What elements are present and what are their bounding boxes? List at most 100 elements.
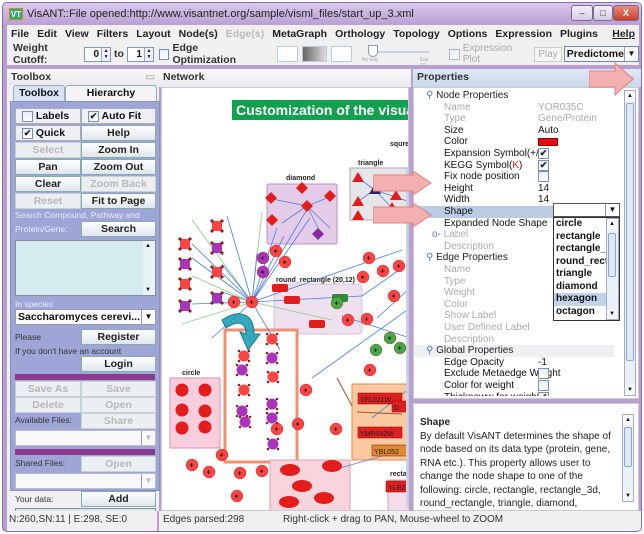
properties-scrollbar[interactable]: ▲ ▼: [624, 90, 636, 396]
scroll-down-icon[interactable]: ▼: [625, 385, 635, 395]
property-row[interactable]: Thickneww for weight✔: [414, 391, 614, 396]
scroll-thumb[interactable]: [624, 427, 632, 467]
shape-select[interactable]: ▼: [553, 203, 620, 217]
scroll-thumb[interactable]: [608, 233, 616, 277]
spinner-down-icon[interactable]: ▼: [145, 54, 153, 60]
shape-option-octagon[interactable]: octagon: [554, 306, 607, 319]
property-checkbox[interactable]: [538, 368, 549, 380]
shape-dropdown-list[interactable]: circlerectanglerectangle_3dround_rectang…: [553, 217, 620, 321]
chevron-down-icon[interactable]: ▼: [623, 47, 638, 61]
network-canvas[interactable]: Customization of the visual squre triangl…: [161, 87, 409, 511]
scroll-up-icon[interactable]: ▲: [623, 415, 633, 425]
zoom-in-button[interactable]: Zoom In: [81, 142, 156, 158]
menu-expression[interactable]: Expression: [495, 28, 552, 40]
weight-from-spinner[interactable]: 0 ▲ ▼: [84, 46, 112, 62]
clear-button[interactable]: Clear: [15, 176, 81, 192]
property-row[interactable]: Expansion Symbol(+/-) ✔: [414, 148, 614, 160]
scroll-up-icon[interactable]: ▲: [143, 241, 153, 251]
property-checkbox[interactable]: ✔: [538, 148, 549, 159]
menu-metagraph[interactable]: MetaGraph: [272, 28, 327, 40]
menu-help[interactable]: Help: [612, 28, 635, 40]
property-value[interactable]: ✔: [538, 159, 549, 172]
color-swatch[interactable]: [538, 138, 558, 147]
menu-view[interactable]: View: [65, 28, 89, 40]
edge-optimization-checkbox[interactable]: [158, 48, 170, 60]
description-scrollbar[interactable]: ▲ ▼: [622, 414, 634, 502]
shape-option-diamond[interactable]: diamond: [554, 281, 607, 294]
property-row[interactable]: Size Auto: [414, 125, 614, 137]
expand-toggle-icon[interactable]: ⚲: [426, 345, 433, 356]
property-row[interactable]: KEGG Symbol(K) ✔: [414, 159, 614, 172]
available-files-select[interactable]: ▼: [15, 430, 156, 446]
menu-nodes[interactable]: Node(s): [179, 28, 218, 40]
property-value[interactable]: Auto: [538, 125, 559, 137]
property-value[interactable]: [538, 368, 549, 380]
maximize-button[interactable]: □: [593, 5, 613, 21]
chevron-down-icon[interactable]: ▼: [141, 474, 155, 488]
property-value[interactable]: [538, 171, 549, 183]
property-checkbox[interactable]: ✔: [538, 159, 549, 171]
dropdown-scrollbar[interactable]: ▲ ▼: [606, 218, 619, 320]
weight-to-spinner[interactable]: 1 ▲ ▼: [126, 46, 154, 62]
shape-option-rectangle[interactable]: rectangle: [554, 231, 607, 244]
color-gradient-swatch[interactable]: [302, 46, 327, 62]
property-value[interactable]: -1: [538, 357, 547, 369]
menu-filters[interactable]: Filters: [97, 28, 129, 40]
property-row[interactable]: Color for weight: [414, 380, 614, 392]
quicktip-option[interactable]: ✔ Quick Tip: [15, 125, 81, 154]
property-row[interactable]: Height 14: [414, 183, 614, 195]
shape-option-hexagon[interactable]: hexagon: [554, 293, 607, 306]
scroll-thumb[interactable]: [626, 103, 634, 361]
color-max-swatch[interactable]: [330, 46, 352, 62]
property-row[interactable]: Type Gene/Protein: [414, 113, 614, 125]
weight-from-value[interactable]: 0: [85, 49, 101, 60]
property-value[interactable]: ✔: [538, 148, 549, 160]
menu-layout[interactable]: Layout: [136, 28, 170, 40]
predictome-select[interactable]: Predictome ▼: [563, 46, 639, 62]
shape-option-circle[interactable]: circle: [554, 218, 607, 231]
search-input[interactable]: ▲ ▼: [15, 240, 156, 296]
species-select[interactable]: Saccharomyces cerevi... ▼: [15, 309, 156, 325]
expand-toggle-icon[interactable]: ⚲: [426, 90, 433, 101]
scroll-down-icon[interactable]: ▼: [607, 309, 617, 319]
property-value[interactable]: ✔: [538, 391, 549, 396]
menu-topology[interactable]: Topology: [393, 28, 439, 40]
property-checkbox[interactable]: [538, 171, 549, 183]
section-global-properties[interactable]: ⚲ Global Properties: [414, 345, 614, 358]
weight-to-value[interactable]: 1: [128, 49, 144, 60]
autofit-option[interactable]: ✔ Auto Fit: [81, 108, 156, 124]
search-button[interactable]: Search: [81, 221, 156, 237]
shape-option-rectangle-3d[interactable]: rectangle_3d: [554, 243, 607, 256]
labels-checkbox[interactable]: [22, 110, 33, 122]
add-button[interactable]: Add: [81, 491, 156, 507]
slider-thumb[interactable]: [367, 45, 378, 57]
property-value[interactable]: 14: [538, 194, 549, 206]
tab-hierarchy-explorer[interactable]: Hierarchy Explorer: [65, 85, 157, 114]
menu-edit[interactable]: Edit: [37, 28, 57, 40]
network-graph[interactable]: squre triangle diamond round_rectangle (20,…: [162, 88, 409, 511]
shape-option-triangle[interactable]: triangle: [554, 268, 607, 281]
help-button[interactable]: Help: [81, 125, 156, 141]
property-value[interactable]: [538, 380, 549, 392]
property-value[interactable]: 14: [538, 183, 549, 195]
expand-toggle-icon[interactable]: ⚲: [426, 252, 433, 263]
pan-button[interactable]: Pan: [15, 159, 81, 175]
property-row[interactable]: Fix node position: [414, 171, 614, 183]
fit-to-page-button[interactable]: Fit to Page: [81, 193, 156, 209]
autofit-checkbox[interactable]: ✔: [88, 110, 99, 122]
minimize-button[interactable]: –: [571, 5, 593, 21]
expression-slider[interactable]: No Exp Exp 10: [360, 44, 435, 69]
property-row[interactable]: Exclude Metaedge Weight: [414, 368, 614, 380]
tab-toolbox[interactable]: Toolbox: [13, 85, 65, 101]
search-scrollbar[interactable]: ▲ ▼: [143, 241, 155, 295]
zoom-out-button[interactable]: Zoom Out: [81, 159, 156, 175]
chevron-down-icon[interactable]: ▼: [141, 310, 155, 324]
color-min-swatch[interactable]: [277, 46, 299, 62]
menu-options[interactable]: Options: [448, 28, 488, 40]
chevron-down-icon[interactable]: ▼: [141, 431, 155, 445]
chevron-down-icon[interactable]: ▼: [605, 204, 619, 216]
scroll-down-icon[interactable]: ▼: [143, 285, 153, 295]
register-button[interactable]: Register: [81, 329, 156, 345]
labels-option[interactable]: Labels: [15, 108, 81, 124]
property-row[interactable]: User Defined Label: [414, 322, 614, 334]
